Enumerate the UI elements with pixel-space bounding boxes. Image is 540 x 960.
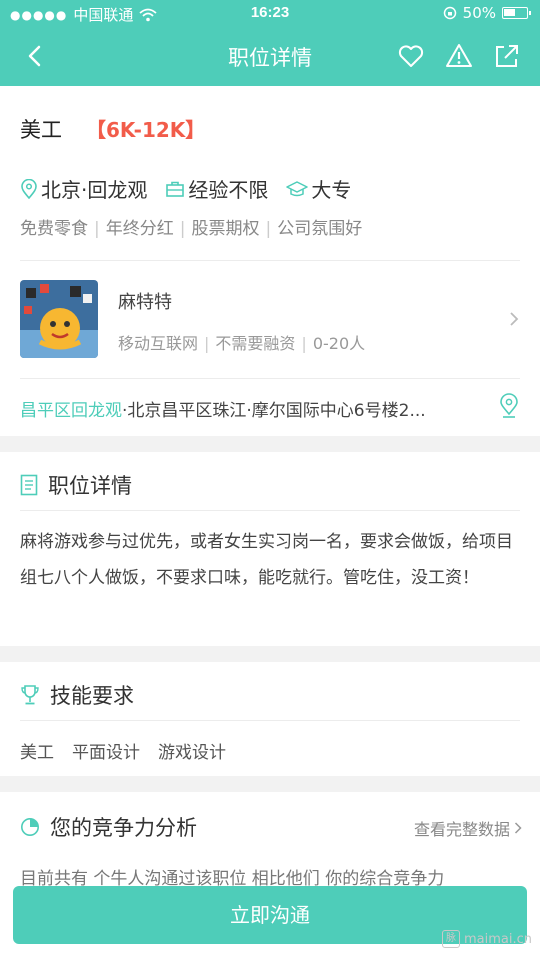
benefit-tag: 免费零食 [20,219,88,239]
salary-range: 【6K-12K】 [86,118,206,142]
address-district: 昌平区回龙观 [20,401,122,421]
document-icon [20,474,38,496]
warning-icon[interactable] [444,41,474,71]
description-text: 麻将游戏参与过优先，或者女生实习岗一名，要求会做饭，给项目组七八个人做饭，不要求… [20,532,513,588]
experience-item: 经验不限 [165,174,268,203]
company-industry: 移动互联网 [118,334,199,353]
chevron-right-icon [510,312,519,326]
description-heading: 职位详情 [48,474,132,498]
job-summary-card: 美工 【6K-12K】 北京·回龙观 经验不限 大专 免费零食 | 年终分红 |… [0,86,540,436]
education-item: 大专 [286,174,351,203]
company-name: 麻特特 [118,292,172,313]
battery-percent: 50% [462,4,496,22]
pie-chart-icon [21,818,39,836]
address-detail: ·北京昌平区珠江·摩尔国际中心6号楼2... [122,401,426,421]
company-funding: 不需要融资 [215,334,296,353]
company-size: 0-20人 [312,334,366,353]
watermark-text: maimai.cn [463,931,532,947]
section-heading: 您的竞争力分析 [20,812,197,842]
location-item: 北京·回龙观 [20,174,147,203]
skill-tag: 平面设计 [72,743,140,763]
location-text: 北京·回龙观 [41,178,148,202]
rotation-lock-icon [443,6,456,20]
maimai-logo-icon: 脉 [441,930,460,948]
experience-text: 经验不限 [188,178,269,202]
view-full-data-link[interactable]: 查看完整数据 [414,816,522,840]
view-full-data-label: 查看完整数据 [413,820,510,839]
trophy-icon [21,685,39,705]
battery-icon [502,7,531,19]
divider [20,378,520,379]
benefit-tag: 公司氛围好 [277,219,363,239]
map-pin-icon[interactable] [498,393,520,419]
chevron-right-icon [514,822,522,834]
share-icon[interactable] [492,41,522,71]
header: ●●●●● 中国联通 16:23 50% 职位详情 [0,0,540,86]
skills-card: 技能要求 美工 平面设计 游戏设计 [0,662,540,776]
skills-heading: 技能要求 [50,684,134,708]
divider [20,720,520,721]
section-heading: 职位详情 [20,470,132,500]
company-address[interactable]: 昌平区回龙观·北京昌平区珠江·摩尔国际中心6号楼2... [20,396,426,421]
location-pin-icon [21,178,37,199]
company-meta: 移动互联网 | 不需要融资 | 0-20人 [118,334,366,353]
company-logo [20,280,98,358]
education-text: 大专 [311,178,352,202]
job-description-card: 职位详情 麻将游戏参与过优先，或者女生实习岗一名，要求会做饭，给项目组七八个人做… [0,452,540,646]
divider [20,260,520,261]
competitiveness-heading: 您的竞争力分析 [50,816,197,840]
skill-tag: 游戏设计 [158,743,226,763]
section-heading: 技能要求 [20,680,134,710]
graduation-cap-icon [286,180,309,196]
benefit-tag: 年终分红 [105,219,174,239]
benefit-tags: 免费零食 | 年终分红 | 股票期权 | 公司氛围好 [20,219,363,239]
skill-tag: 美工 [20,743,54,763]
status-bar: ●●●●● 中国联通 16:23 50% [0,0,540,28]
divider [20,510,520,511]
briefcase-icon [166,181,185,197]
benefit-tag: 股票期权 [191,219,260,239]
nav-bar: 职位详情 [0,28,540,86]
job-title: 美工 [20,118,62,142]
watermark: 脉 maimai.cn [441,930,532,948]
skills-list: 美工 平面设计 游戏设计 [20,738,226,763]
job-meta-row: 北京·回龙观 经验不限 大专 [20,174,369,203]
heart-icon[interactable] [396,41,426,71]
